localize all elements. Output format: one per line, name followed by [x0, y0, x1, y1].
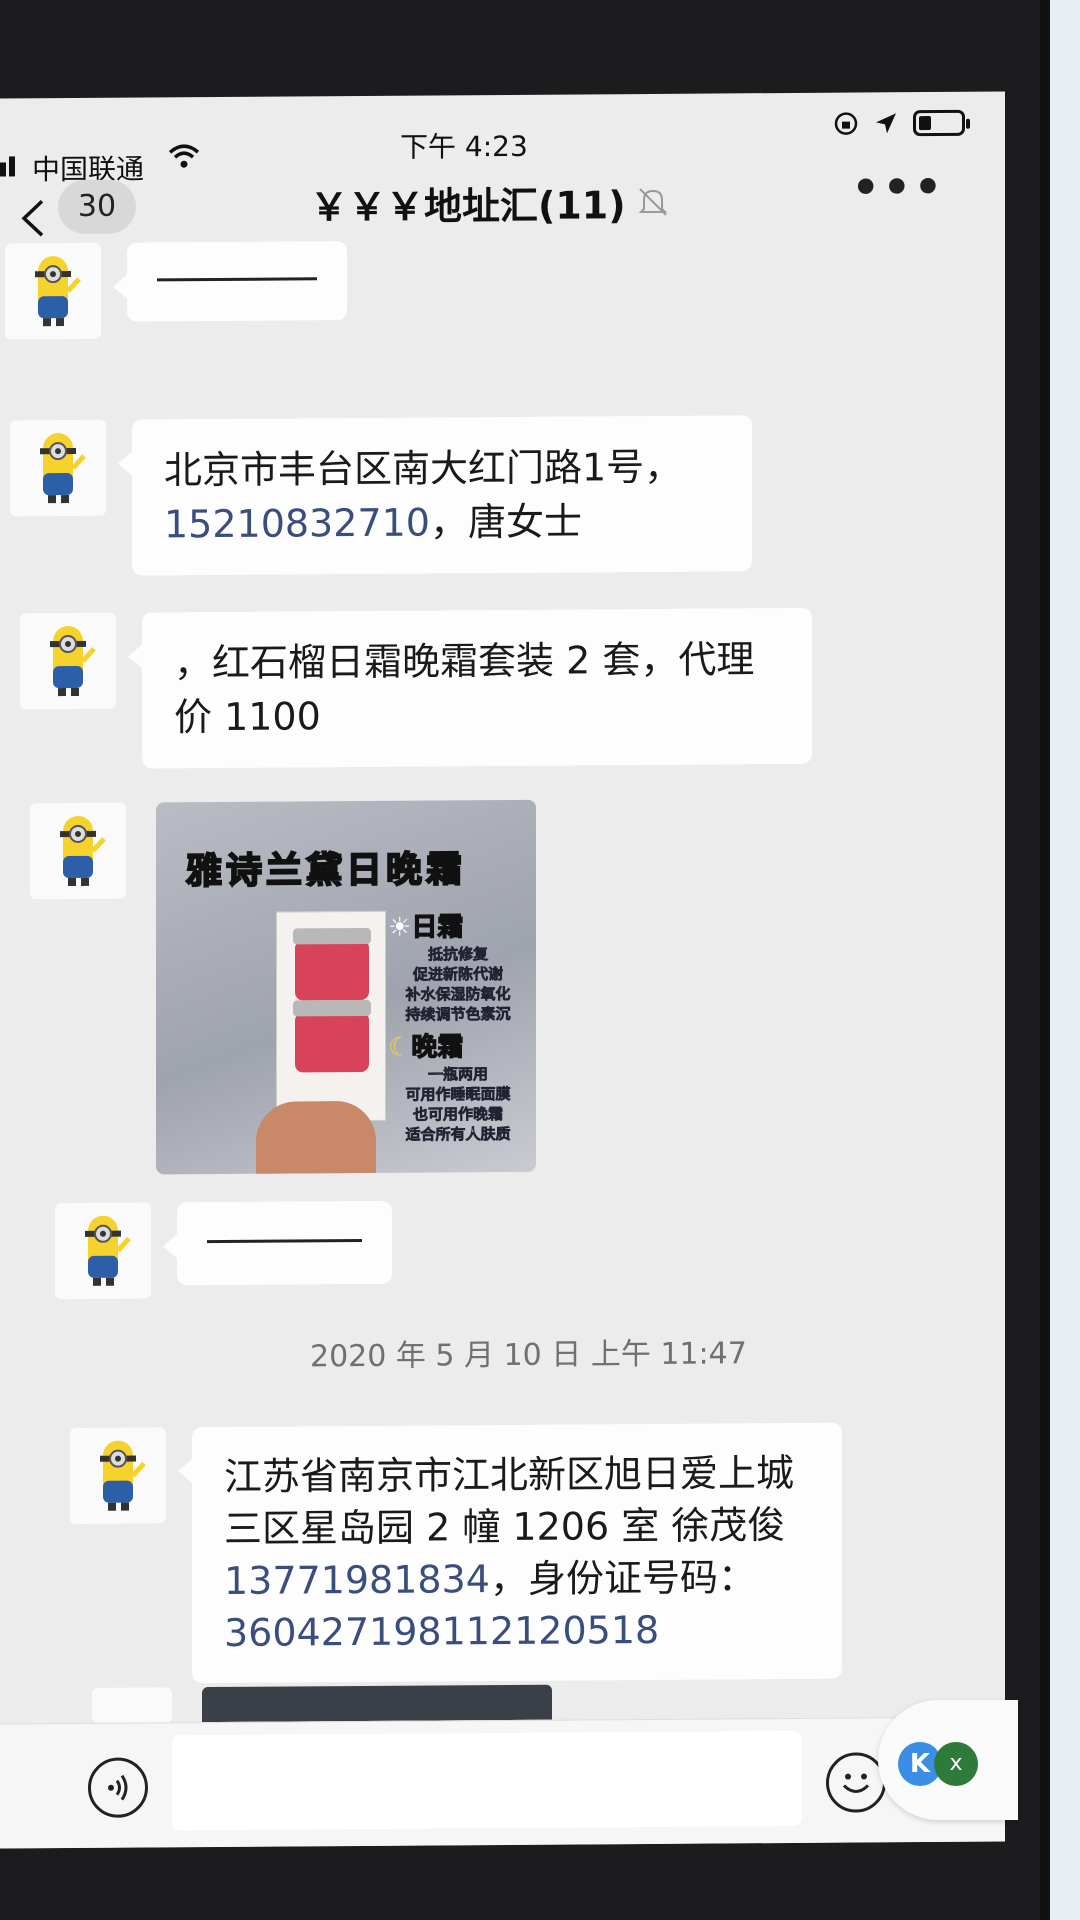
close-x-icon[interactable]: x: [934, 1742, 978, 1786]
minion-avatar[interactable]: [5, 242, 101, 340]
minion-avatar-icon: [40, 433, 86, 504]
voice-input-button[interactable]: [88, 1757, 148, 1818]
orientation-lock-icon: [834, 112, 858, 135]
minion-avatar[interactable]: [20, 612, 116, 710]
caption-line: 可用作睡眠面膜: [405, 1084, 511, 1104]
back-chevron-icon[interactable]: [18, 198, 48, 238]
phone-number-link[interactable]: 13771981834: [224, 1557, 490, 1603]
minion-avatar[interactable]: [30, 802, 126, 900]
minion-avatar-icon: [50, 626, 96, 697]
message-row: 北京市丰台区南大红门路1号， 15210832710，唐女士: [10, 415, 752, 576]
message-bubble[interactable]: 北京市丰台区南大红门路1号， 15210832710，唐女士: [132, 415, 752, 576]
message-bubble[interactable]: 江苏省南京市江北新区旭日爱上城 三区星岛园 2 幢 1206 室 徐茂俊 137…: [192, 1422, 842, 1684]
chat-title-text: ￥￥￥地址汇(11): [310, 183, 626, 230]
caption-line: 适合所有人肤质: [405, 1124, 511, 1144]
more-options-icon[interactable]: •••: [852, 162, 945, 214]
status-icons: [833, 109, 965, 137]
id-number-link[interactable]: 360427198112120518: [224, 1603, 810, 1659]
minion-avatar-icon: [100, 1440, 146, 1511]
message-input[interactable]: [172, 1730, 802, 1831]
message-text: 价 1100: [174, 694, 321, 740]
cream-jar: [295, 939, 369, 1001]
caption-line: 促进新陈代谢: [412, 964, 504, 984]
emoji-button[interactable]: [826, 1752, 886, 1813]
message-text: ，身份证号码：: [489, 1555, 756, 1602]
message-text-line: 15210832710，唐女士: [164, 493, 720, 551]
product-image-message[interactable]: 雅诗兰黛日晚霜 ☀日霜 抵抗修复 促进新陈代谢 补水保湿防氧化 持续调节色素沉 …: [156, 799, 536, 1175]
sun-icon: ☀: [388, 912, 412, 943]
message-text: ，红石榴日霜晚霜套装 2 套，代理: [174, 637, 755, 686]
caption-line: 一瓶两用: [427, 1065, 489, 1084]
minion-avatar[interactable]: [55, 1202, 151, 1300]
night-cream-heading: ☾晚霜: [388, 1032, 464, 1064]
battery-icon: [913, 109, 965, 137]
message-text: 江苏省南京市江北新区旭日爱上城: [224, 1450, 795, 1499]
location-icon: [876, 113, 896, 134]
timestamp-divider: 2020 年 5 月 10 日 上午 11:47: [310, 1336, 747, 1375]
minion-avatar[interactable]: [70, 1427, 166, 1525]
minion-avatar-icon: [35, 256, 81, 327]
day-cream-heading: ☀日霜: [388, 912, 464, 944]
message-bubble[interactable]: [177, 1200, 392, 1286]
message-text: 北京市丰台区南大红门路1号，: [164, 444, 683, 493]
caption-line: 抵抗修复: [427, 945, 489, 964]
caption-line: 也可用作晚霜: [412, 1104, 504, 1124]
message-row: 雅诗兰黛日晚霜 ☀日霜 抵抗修复 促进新陈代谢 补水保湿防氧化 持续调节色素沉 …: [30, 799, 536, 1176]
image-caption: ☀日霜 抵抗修复 促进新陈代谢 补水保湿防氧化 持续调节色素沉 ☾晚霜 一瓶两用…: [388, 910, 528, 1145]
hand-graphic: [256, 1100, 376, 1175]
message-row: 江苏省南京市江北新区旭日爱上城 三区星岛园 2 幢 1206 室 徐茂俊 137…: [70, 1422, 842, 1684]
minion-avatar-icon: [85, 1215, 131, 1286]
smiley-icon: [842, 1773, 870, 1794]
dash-line: [157, 277, 317, 282]
phone-number-link[interactable]: 15210832710: [164, 501, 430, 547]
image-title: 雅诗兰黛日晚霜: [185, 848, 467, 893]
background-wall: [1050, 0, 1080, 1920]
caption-line: 持续调节色素沉: [405, 1004, 511, 1024]
message-row: [55, 1200, 392, 1300]
voice-icon: [108, 1774, 128, 1801]
clock: 下午 4:23: [400, 129, 528, 164]
message-text: 三区星岛园 2 幢 1206 室 徐茂俊: [224, 1503, 786, 1551]
cream-jar: [295, 1011, 369, 1073]
message-row: [92, 1684, 552, 1723]
chat-title: ￥￥￥地址汇(11): [310, 174, 670, 232]
product-box-graphic: [276, 910, 386, 1122]
moon-icon: ☾: [388, 1032, 412, 1063]
battery-fill: [919, 116, 931, 131]
wifi-icon: [168, 144, 200, 168]
message-bubble[interactable]: [127, 241, 347, 322]
mute-bell-icon: [638, 187, 668, 216]
signal-icon: [0, 156, 15, 177]
minion-avatar[interactable]: [92, 1687, 172, 1723]
dash-line: [207, 1238, 362, 1244]
message-text-line: 13771981834，身份证号码：: [224, 1551, 810, 1607]
message-row: ，红石榴日霜晚霜套装 2 套，代理 价 1100: [20, 607, 812, 770]
message-text: ，唐女士: [429, 499, 582, 545]
phone-screen: 中国联通 下午 4:23 30 ￥￥￥地址汇(11) ••• 北京市丰台区南大红…: [0, 91, 1005, 1849]
caption-line: 补水保湿防氧化: [405, 984, 511, 1004]
message-row: [5, 241, 347, 340]
unread-count-badge[interactable]: 30: [58, 179, 136, 235]
partial-image-message[interactable]: [202, 1684, 552, 1723]
minion-avatar-icon: [60, 815, 106, 887]
minion-avatar[interactable]: [10, 419, 106, 517]
message-bubble[interactable]: ，红石榴日霜晚霜套装 2 套，代理 价 1100: [142, 607, 812, 769]
